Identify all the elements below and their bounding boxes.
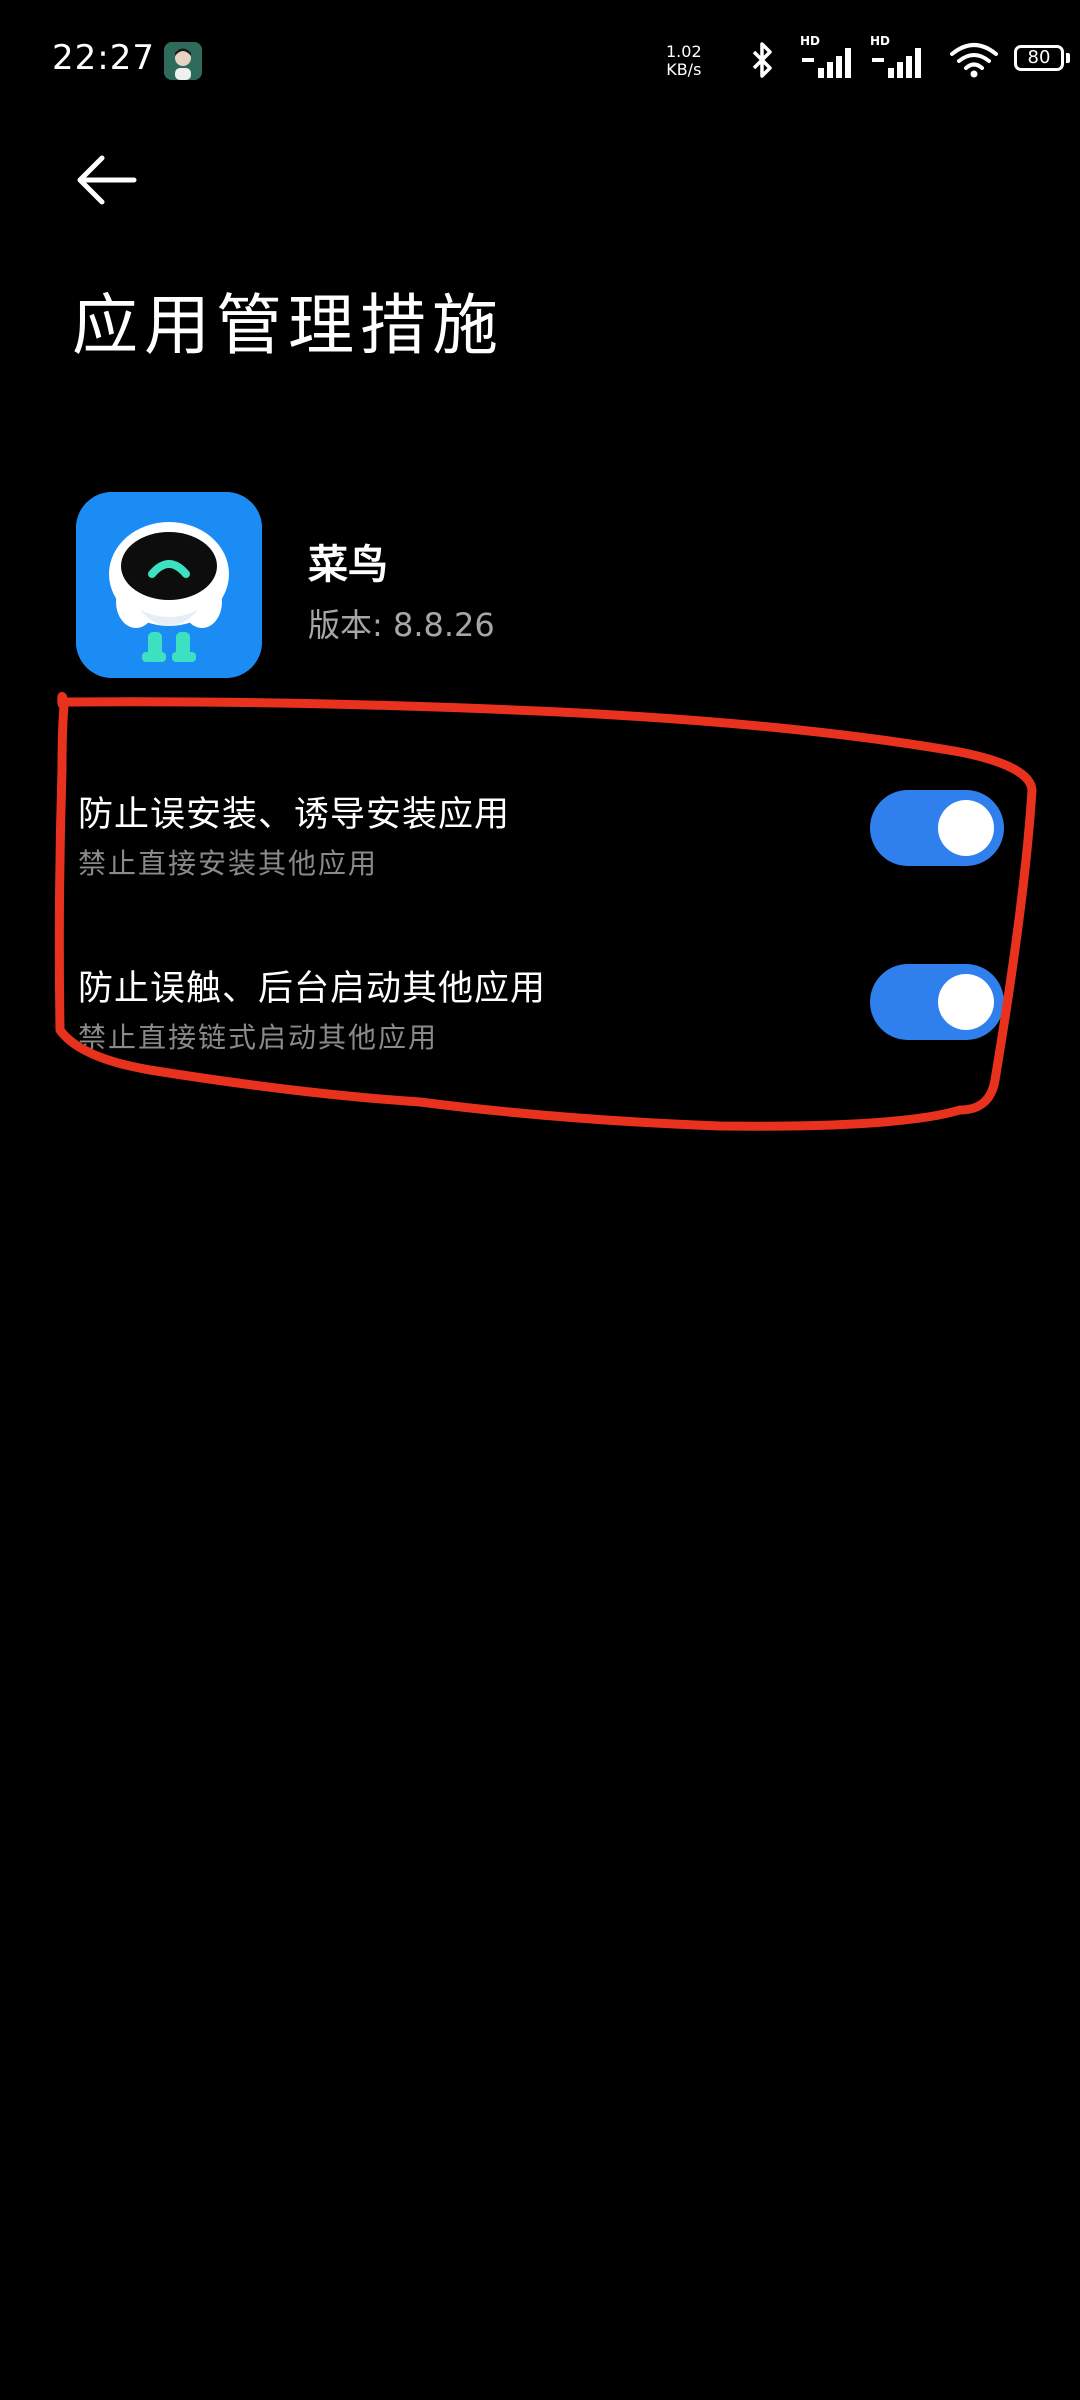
status-time: 22:27 xyxy=(52,38,155,78)
bluetooth-icon xyxy=(752,42,772,78)
toggle-knob xyxy=(938,800,994,856)
app-name: 菜鸟 xyxy=(308,542,388,588)
signal-2-icon: HD xyxy=(870,34,930,82)
battery-icon: 80 xyxy=(1014,45,1064,71)
notification-avatar-icon xyxy=(164,42,202,80)
network-speed-value: 1.02 xyxy=(666,42,702,61)
prevent-launch-toggle[interactable] xyxy=(870,964,1004,1040)
setting-subtitle: 禁止直接链式启动其他应用 xyxy=(78,1021,439,1054)
signal-1-icon: HD xyxy=(800,34,860,82)
signal-1-label: HD xyxy=(800,34,821,48)
status-bar: 22:27 1.02 KB/s HD HD 80 xyxy=(0,0,1080,120)
network-speed-unit: KB/s xyxy=(666,60,702,79)
page-title: 应用管理措施 xyxy=(72,287,504,364)
setting-title: 防止误触、后台启动其他应用 xyxy=(78,969,547,1009)
signal-2-label: HD xyxy=(870,34,891,48)
cainiao-robot-icon xyxy=(76,492,262,678)
setting-title: 防止误安装、诱导安装应用 xyxy=(78,795,511,835)
back-button[interactable] xyxy=(72,150,142,210)
network-speed: 1.02 KB/s xyxy=(666,43,702,79)
prevent-install-toggle[interactable] xyxy=(870,790,1004,866)
app-version: 版本: 8.8.26 xyxy=(308,606,495,644)
setting-subtitle: 禁止直接安装其他应用 xyxy=(78,847,379,880)
toggle-knob xyxy=(938,974,994,1030)
setting-row-prevent-launch[interactable]: 防止误触、后台启动其他应用 禁止直接链式启动其他应用 xyxy=(78,960,1008,1080)
wifi-icon xyxy=(950,43,998,78)
setting-row-prevent-install[interactable]: 防止误安装、诱导安装应用 禁止直接安装其他应用 xyxy=(78,786,1008,906)
arrow-left-icon xyxy=(77,155,137,205)
battery-tip xyxy=(1066,53,1070,63)
status-icons: 1.02 KB/s HD HD 80 xyxy=(660,34,1080,86)
